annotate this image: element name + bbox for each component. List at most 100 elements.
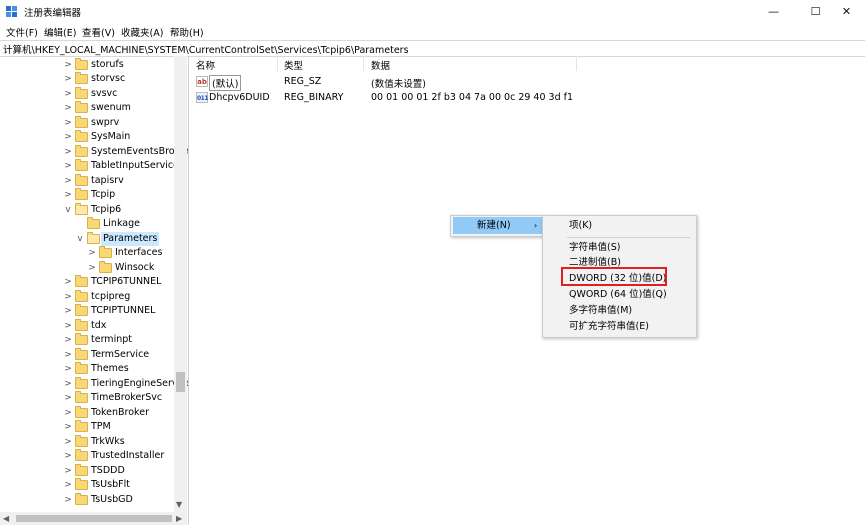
folder-icon	[75, 420, 88, 432]
tree-item-label: TsUsbGD	[91, 494, 133, 505]
expand-arrow-icon[interactable]: >	[64, 159, 72, 173]
folder-icon	[75, 333, 88, 345]
tree-item-label: svsvc	[91, 88, 118, 99]
menu-file[interactable]: 文件(F)	[6, 25, 38, 39]
column-separator[interactable]	[277, 56, 278, 71]
folder-icon	[75, 449, 88, 461]
expand-arrow-icon[interactable]: >	[64, 304, 72, 318]
menu-item-qword-value[interactable]: QWORD (64 位)值(Q)	[545, 286, 694, 303]
tree-vertical-scrollbar[interactable]: ▼	[174, 56, 187, 512]
tree-item-label: TokenBroker	[91, 407, 149, 418]
menu-item-label: 新建(N)	[477, 220, 511, 231]
expand-arrow-icon[interactable]: >	[64, 101, 72, 115]
expand-arrow-icon[interactable]: >	[64, 58, 72, 72]
menu-item-key[interactable]: 项(K)	[545, 217, 694, 234]
context-menu: 新建(N) ›	[450, 215, 546, 237]
values-pane: 名称 类型 数据 ab (默认) REG_SZ (数值未设置) 011 Dhcp…	[189, 56, 865, 525]
expand-arrow-icon[interactable]: >	[88, 261, 96, 275]
expand-arrow-icon[interactable]: >	[64, 145, 72, 159]
expand-arrow-icon[interactable]: >	[64, 464, 72, 478]
registry-editor-icon	[6, 6, 17, 17]
tree-item-label: swenum	[91, 102, 131, 113]
expand-arrow-icon[interactable]: >	[64, 319, 72, 333]
menu-help[interactable]: 帮助(H)	[170, 25, 204, 39]
scroll-right-icon[interactable]: ▶	[176, 514, 182, 523]
menu-edit[interactable]: 编辑(E)	[44, 25, 76, 39]
folder-icon	[75, 493, 88, 505]
expand-arrow-icon[interactable]: >	[64, 478, 72, 492]
value-data: (数值未设置)	[371, 79, 426, 90]
expand-arrow-icon[interactable]: >	[64, 420, 72, 434]
expand-arrow-icon[interactable]: >	[64, 87, 72, 101]
tree-item-label: Linkage	[103, 218, 140, 229]
scrollbar-thumb[interactable]	[16, 515, 172, 522]
menu-view[interactable]: 查看(V)	[82, 25, 115, 39]
expand-arrow-icon[interactable]: >	[64, 290, 72, 304]
title-bar: 注册表编辑器 — ☐ ✕	[0, 0, 865, 24]
tree-item-label: TermService	[91, 349, 150, 360]
tree-item-label: Winsock	[115, 262, 155, 273]
menu-item-multi-string-value[interactable]: 多字符串值(M)	[545, 302, 694, 319]
expand-arrow-icon[interactable]: >	[64, 391, 72, 405]
expand-arrow-icon[interactable]: >	[64, 493, 72, 507]
collapse-arrow-icon[interactable]: v	[64, 203, 72, 217]
folder-icon	[99, 246, 112, 258]
menu-item-expandable-string-value[interactable]: 可扩充字符串值(E)	[545, 318, 694, 335]
expand-arrow-icon[interactable]: >	[64, 188, 72, 202]
folder-icon	[75, 58, 88, 70]
menu-item-label: 项(K)	[569, 220, 593, 231]
expand-arrow-icon[interactable]: >	[64, 348, 72, 362]
expand-arrow-icon[interactable]: >	[64, 116, 72, 130]
folder-icon	[75, 174, 88, 186]
expand-arrow-icon[interactable]: >	[88, 246, 96, 260]
tree-item-label: storufs	[91, 59, 124, 70]
tree-item-label: terminpt	[91, 334, 132, 345]
menu-item-new[interactable]: 新建(N) ›	[453, 217, 543, 234]
expand-arrow-icon[interactable]: >	[64, 406, 72, 420]
tree-item-label: tapisrv	[91, 175, 124, 186]
folder-icon	[75, 101, 88, 113]
column-header-name[interactable]: 名称	[196, 58, 215, 72]
scroll-down-icon[interactable]: ▼	[176, 500, 182, 509]
column-header-type[interactable]: 类型	[284, 58, 303, 72]
folder-icon	[75, 159, 88, 171]
address-path[interactable]: 计算机\HKEY_LOCAL_MACHINE\SYSTEM\CurrentCon…	[3, 42, 409, 56]
folder-icon	[75, 348, 88, 360]
expand-arrow-icon[interactable]: >	[64, 377, 72, 391]
expand-arrow-icon[interactable]: >	[64, 130, 72, 144]
open-folder-icon	[87, 232, 100, 244]
value-name: (默认)	[209, 75, 242, 91]
value-row[interactable]: ab (默认) REG_SZ (数值未设置)	[189, 74, 865, 91]
window-title: 注册表编辑器	[24, 8, 82, 19]
tree-item-label: tdx	[91, 320, 107, 331]
collapse-arrow-icon[interactable]: v	[76, 232, 84, 246]
submenu-arrow-icon: ›	[534, 221, 538, 230]
expand-arrow-icon[interactable]: >	[64, 362, 72, 376]
expand-arrow-icon[interactable]: >	[64, 435, 72, 449]
expand-arrow-icon[interactable]: >	[64, 333, 72, 347]
menu-favorites[interactable]: 收藏夹(A)	[121, 25, 163, 39]
close-button[interactable]: ✕	[828, 0, 865, 24]
address-bar[interactable]: 计算机\HKEY_LOCAL_MACHINE\SYSTEM\CurrentCon…	[0, 40, 865, 57]
tree-pane: > storufs > storvsc > svsvc > swenum > s…	[0, 56, 189, 525]
column-separator[interactable]	[576, 56, 577, 71]
scroll-left-icon[interactable]: ◀	[3, 514, 9, 523]
folder-icon	[75, 464, 88, 476]
expand-arrow-icon[interactable]: >	[64, 72, 72, 86]
expand-arrow-icon[interactable]: >	[64, 174, 72, 188]
expand-arrow-icon[interactable]: >	[64, 449, 72, 463]
tree-item-label: TabletInputService	[91, 160, 180, 171]
minimize-button[interactable]: —	[755, 0, 792, 24]
column-header-data[interactable]: 数据	[371, 58, 390, 72]
folder-icon	[87, 217, 100, 229]
column-separator[interactable]	[363, 56, 364, 71]
tree-item-label: TCPIP6TUNNEL	[91, 276, 162, 287]
scrollbar-thumb[interactable]	[176, 372, 185, 392]
tree-item-label: swprv	[91, 117, 120, 128]
tree-item-label: TrustedInstaller	[91, 450, 165, 461]
highlight-annotation-box	[561, 267, 667, 286]
menu-item-label: QWORD (64 位)值(Q)	[569, 289, 667, 300]
tree-horizontal-scrollbar[interactable]: ◀ ▶	[0, 512, 187, 525]
value-row[interactable]: 011 Dhcpv6DUID REG_BINARY 00 01 00 01 2f…	[189, 90, 865, 106]
expand-arrow-icon[interactable]: >	[64, 275, 72, 289]
